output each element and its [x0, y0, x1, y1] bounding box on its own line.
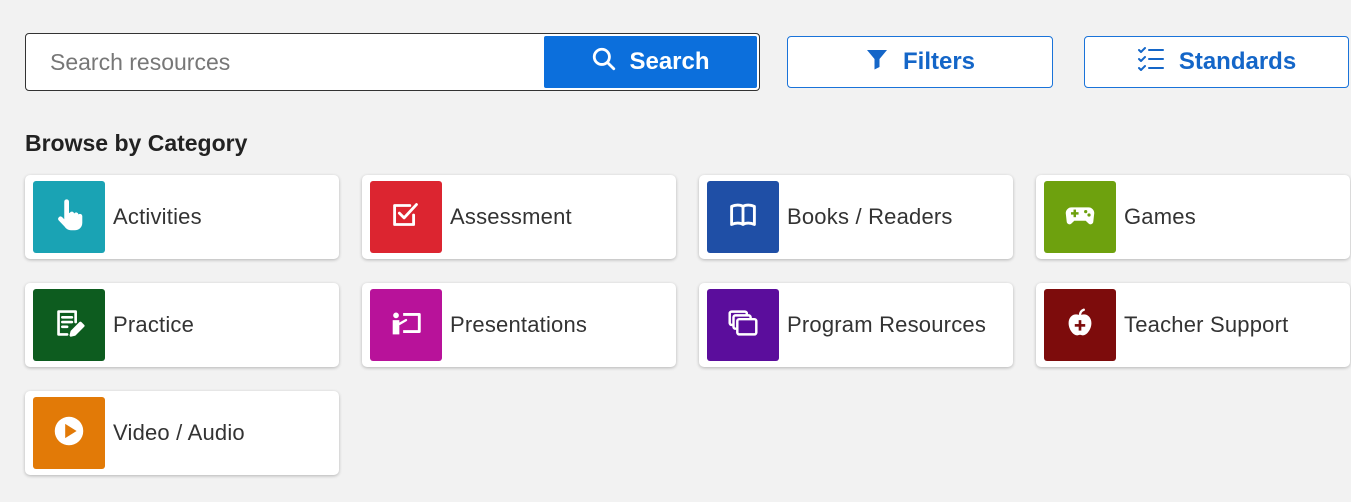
standards-button[interactable]: Standards: [1084, 36, 1349, 88]
apple-plus-icon: [1061, 304, 1099, 347]
gamepad-icon: [1061, 196, 1099, 239]
category-label: Program Resources: [787, 312, 987, 337]
category-assessment[interactable]: Assessment: [362, 175, 676, 259]
hand-pointer-icon: [50, 196, 88, 239]
category-tile: [707, 181, 779, 253]
category-tile: [33, 181, 105, 253]
category-label: Teacher Support: [1124, 312, 1289, 337]
category-books-readers[interactable]: Books / Readers: [699, 175, 1013, 259]
filters-button[interactable]: Filters: [787, 36, 1053, 88]
category-tile: [1044, 289, 1116, 361]
category-tile: [707, 289, 779, 361]
category-label: Practice: [113, 312, 195, 337]
edit-document-icon: [50, 304, 88, 347]
category-tile: [33, 397, 105, 469]
search-box: Search: [25, 33, 760, 91]
category-tile: [1044, 181, 1116, 253]
search-input[interactable]: [26, 34, 544, 90]
search-button[interactable]: Search: [544, 36, 757, 88]
category-video-audio[interactable]: Video / Audio: [25, 391, 339, 475]
category-grid: Activities Assessment Books / Readers Ga…: [25, 175, 1350, 475]
section-title: Browse by Category: [25, 130, 248, 156]
presenter-icon: [387, 304, 425, 347]
category-activities[interactable]: Activities: [25, 175, 339, 259]
category-label: Activities: [113, 204, 202, 229]
checklist-icon: [1137, 46, 1165, 79]
funnel-icon: [865, 47, 889, 78]
category-games[interactable]: Games: [1036, 175, 1350, 259]
open-book-icon: [724, 196, 762, 239]
category-teacher-support[interactable]: Teacher Support: [1036, 283, 1350, 367]
category-label: Games: [1124, 204, 1196, 229]
category-presentations[interactable]: Presentations: [362, 283, 676, 367]
category-label: Presentations: [450, 312, 588, 337]
filters-label: Filters: [902, 48, 976, 75]
checkbox-icon: [387, 196, 425, 239]
category-program-resources[interactable]: Program Resources: [699, 283, 1013, 367]
category-tile: [370, 181, 442, 253]
category-label: Books / Readers: [787, 204, 953, 229]
category-practice[interactable]: Practice: [25, 283, 339, 367]
category-label: Assessment: [450, 204, 572, 229]
search-icon: [591, 46, 617, 79]
stacked-cards-icon: [724, 304, 762, 347]
category-tile: [33, 289, 105, 361]
standards-label: Standards: [1178, 48, 1297, 75]
search-button-label: Search: [629, 48, 710, 75]
play-icon: [50, 412, 88, 455]
category-tile: [370, 289, 442, 361]
category-label: Video / Audio: [113, 420, 245, 445]
